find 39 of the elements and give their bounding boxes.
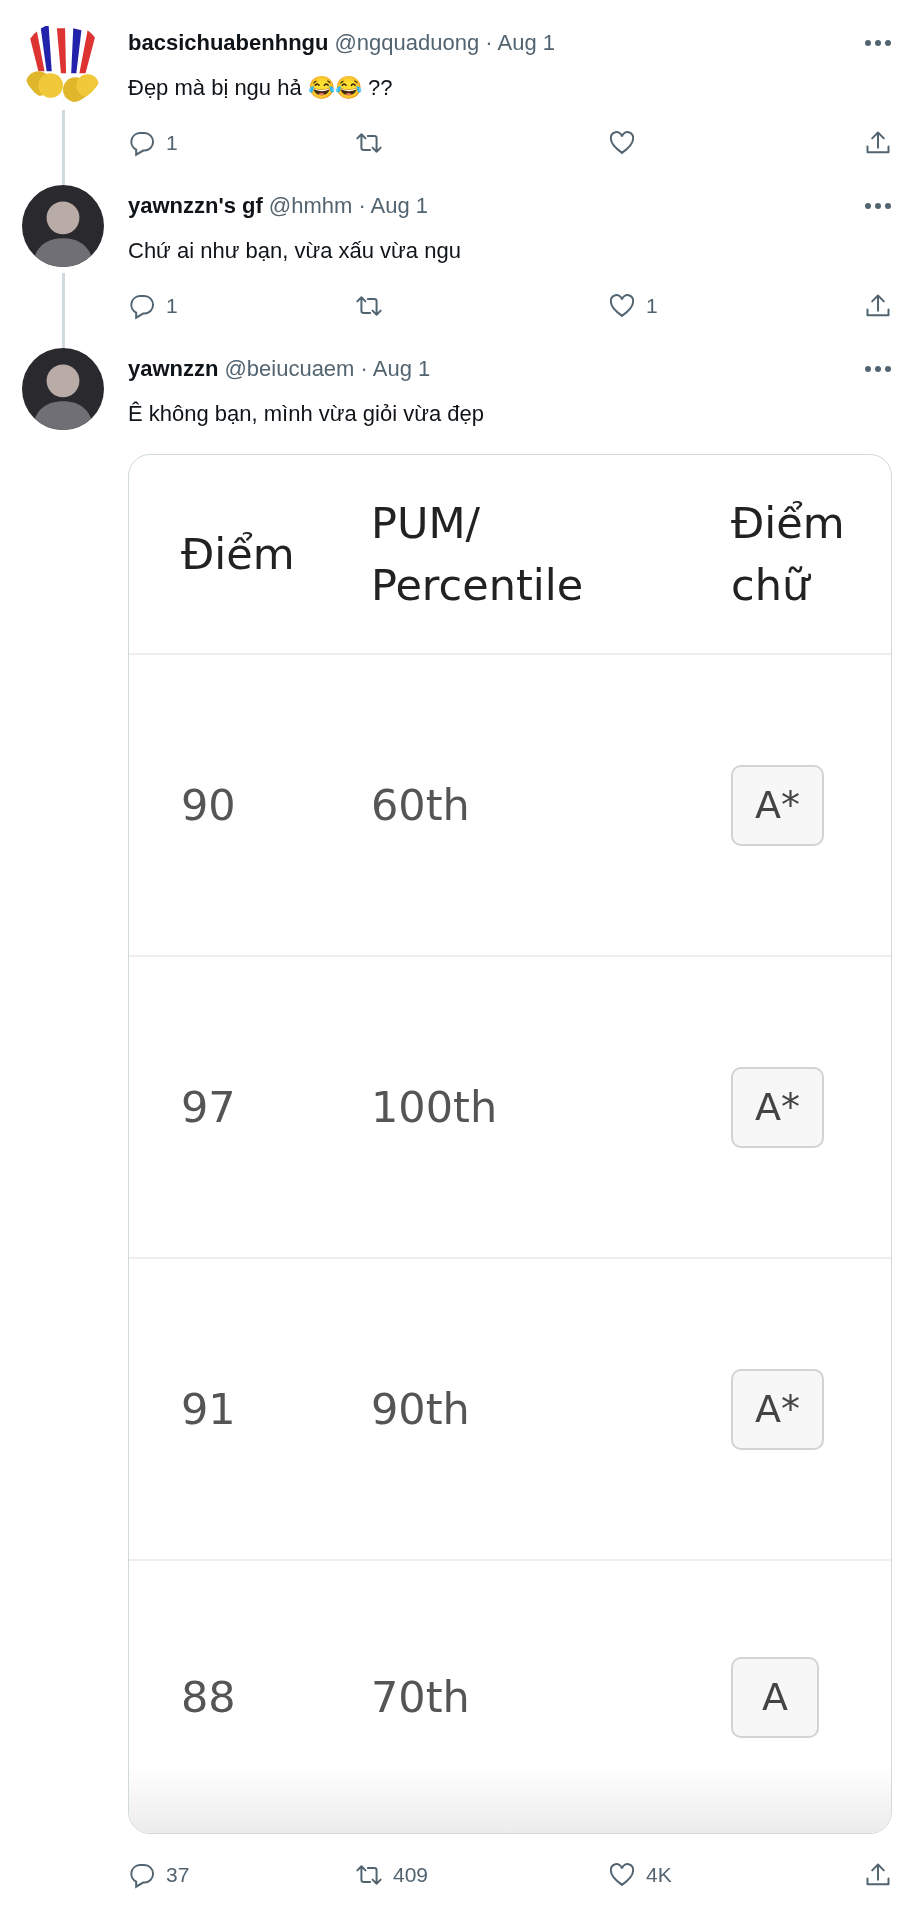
action-count: 4K [646, 1862, 672, 1889]
grade-tag: A* [731, 764, 824, 846]
reply-icon[interactable] [128, 1861, 156, 1889]
more-icon[interactable] [864, 202, 892, 210]
grade-tag: A [731, 1656, 819, 1738]
action-count: 1 [646, 293, 658, 320]
user-handle-date: @ngquaduong · Aug 1 [334, 29, 555, 57]
grade-tag: A* [731, 1368, 824, 1450]
action-count: 1 [166, 293, 178, 320]
column-header: PUM/ Percentile [371, 497, 585, 612]
action-count: 37 [166, 1862, 190, 1889]
table-cell-text: 70th [371, 1670, 471, 1724]
table-cell-text: 90 [180, 778, 237, 832]
reply-icon[interactable] [128, 129, 156, 157]
user-handle-date: @hmhm · Aug 1 [268, 192, 429, 220]
table-cell-text: 60th [371, 778, 471, 832]
column-header: Điểm [180, 528, 296, 581]
heart-icon[interactable] [608, 1861, 636, 1889]
more-icon[interactable] [864, 39, 892, 47]
heart-icon[interactable] [608, 129, 636, 157]
action-count: 1 [166, 130, 178, 157]
user-name[interactable]: bacsichuabenhngu [128, 28, 329, 58]
table-cell-text: 88 [180, 1670, 237, 1724]
column-header: Điểm chữ [731, 497, 846, 612]
table-cell-text: 91 [180, 1382, 237, 1436]
tweet-text: Ê không bạn, mình vừa giỏi vừa đẹp [128, 400, 485, 428]
action-count: 409 [393, 1862, 429, 1889]
table-cell-text: 100th [371, 1080, 499, 1134]
user-handle-date: @beiucuaem · Aug 1 [224, 355, 431, 383]
grade-tag: A* [731, 1066, 824, 1148]
table-cell-text: 97 [180, 1080, 237, 1134]
table-cell-text: 90th [371, 1382, 471, 1436]
heart-icon[interactable] [608, 292, 636, 320]
user-name[interactable]: yawnzzn's gf [128, 191, 263, 221]
more-icon[interactable] [864, 365, 892, 373]
user-name[interactable]: yawnzzn [128, 354, 219, 384]
tweet-text: Đẹp mà bị ngu hả 😂😂 ?? [128, 74, 394, 102]
reply-icon[interactable] [128, 292, 156, 320]
tweet-text: Chứ ai như bạn, vừa xấu vừa ngu [128, 237, 462, 265]
